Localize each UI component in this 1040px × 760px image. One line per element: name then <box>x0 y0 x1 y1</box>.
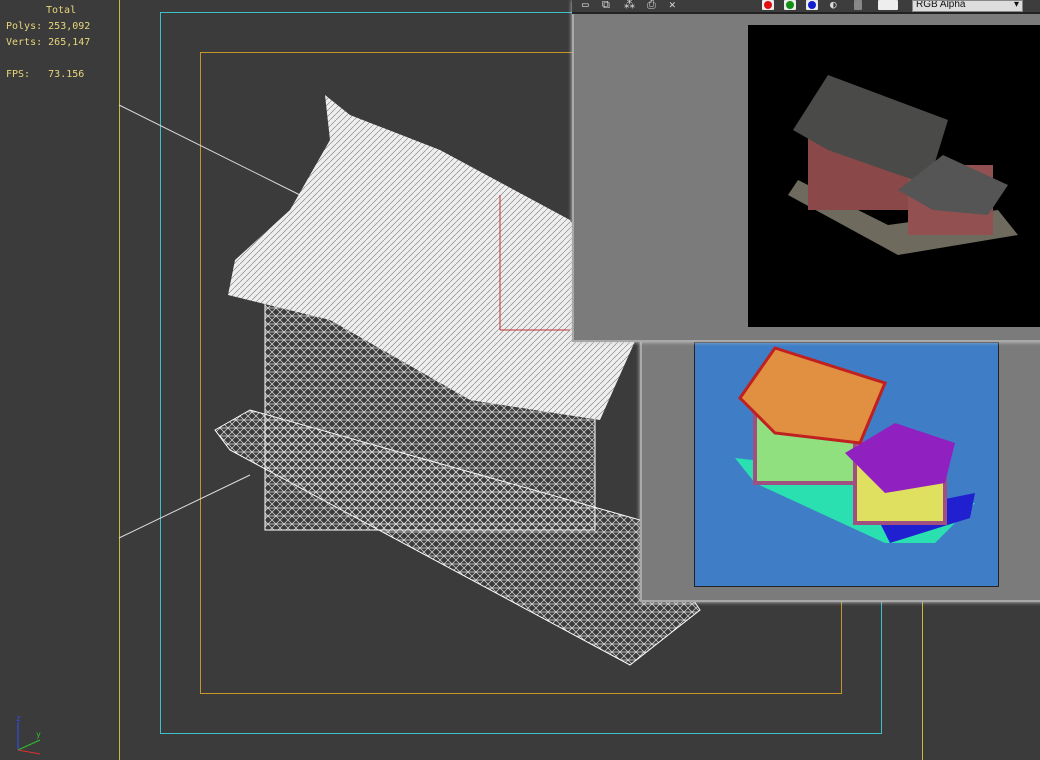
blue-channel-toggle[interactable] <box>806 0 818 10</box>
camera-line-top <box>118 104 301 196</box>
clone-icon[interactable]: ⁂ <box>624 0 635 11</box>
copy-icon[interactable]: ⧉ <box>602 0 610 12</box>
channel-select[interactable]: RGB Alpha ▾ <box>912 0 1023 12</box>
id-render-window[interactable] <box>640 336 1040 602</box>
close-icon[interactable]: ✕ <box>669 0 676 11</box>
axis-tripod-icon: z y <box>16 714 41 755</box>
red-channel-toggle[interactable] <box>762 0 774 10</box>
svg-text:z: z <box>16 714 21 723</box>
mono-icon[interactable] <box>854 0 862 10</box>
svg-text:y: y <box>36 730 41 739</box>
print-icon[interactable]: ⎙ <box>647 0 656 12</box>
alpha-icon[interactable]: ◐ <box>830 0 837 11</box>
camera-line-bottom <box>118 474 251 539</box>
color-swatch[interactable] <box>878 0 898 10</box>
rendered-image <box>748 25 1040 327</box>
green-channel-toggle[interactable] <box>784 0 796 10</box>
id-render-image <box>694 342 999 587</box>
save-icon[interactable]: ▭ <box>582 0 589 11</box>
rendered-frame-window[interactable] <box>572 0 1040 342</box>
